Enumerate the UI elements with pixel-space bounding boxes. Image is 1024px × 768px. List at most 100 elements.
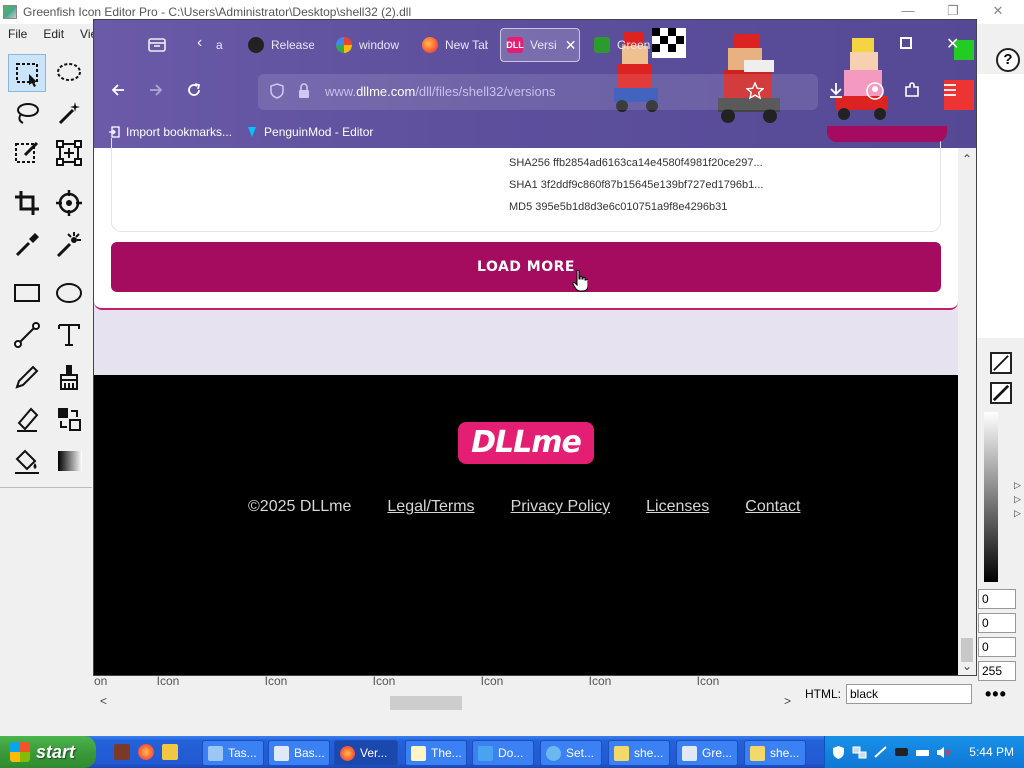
pencil-tool[interactable] xyxy=(8,358,46,396)
lasso-tool[interactable] xyxy=(8,94,46,132)
eraser-tool[interactable] xyxy=(8,400,46,438)
tab-window[interactable]: window xyxy=(336,28,400,62)
green-value-field[interactable]: 0 xyxy=(978,613,1016,633)
brush-tool[interactable] xyxy=(50,358,88,396)
security-shield-icon[interactable] xyxy=(831,745,846,760)
url-text[interactable]: www.dllme.com/dll/files/shell32/versions xyxy=(325,84,556,99)
forward-icon[interactable] xyxy=(148,82,164,103)
color-picker-tool[interactable] xyxy=(8,226,46,264)
page-scrollbar[interactable]: ⌃ ⌄ xyxy=(958,148,976,675)
text-tool[interactable] xyxy=(50,316,88,354)
taskbar-item-notepad[interactable]: The... xyxy=(405,740,467,766)
transparent-swatch[interactable] xyxy=(990,352,1012,374)
icon-list-item[interactable]: Icon xyxy=(438,674,546,694)
rectangle-tool[interactable] xyxy=(8,274,46,312)
alpha-value-field[interactable]: 255 xyxy=(978,661,1016,681)
clock[interactable]: 5:44 PM xyxy=(969,745,1014,759)
tab-release[interactable]: Release xyxy=(248,28,314,62)
magic-wand-tool[interactable] xyxy=(50,94,88,132)
taskbar-item-downloads[interactable]: Do... xyxy=(472,740,534,766)
quicklaunch-app-icon[interactable] xyxy=(114,744,130,760)
licenses-link[interactable]: Licenses xyxy=(646,498,709,516)
crop-tool[interactable] xyxy=(8,184,46,222)
downloads-icon[interactable] xyxy=(828,82,844,103)
network-icon[interactable] xyxy=(852,745,867,760)
network-disconnected-icon[interactable] xyxy=(873,745,888,760)
close-window-icon[interactable]: ✕ xyxy=(946,34,959,54)
rect-select-tool[interactable] xyxy=(8,54,46,92)
icon-list-item[interactable]: Icon xyxy=(222,674,330,694)
url-bar[interactable]: www.dllme.com/dll/files/shell32/versions xyxy=(258,74,818,110)
inverted-swatch[interactable] xyxy=(990,382,1012,404)
color-replace-tool[interactable] xyxy=(50,400,88,438)
menu-file[interactable]: File xyxy=(0,27,35,41)
luminance-slider[interactable] xyxy=(984,412,998,582)
tracking-shield-icon[interactable] xyxy=(270,83,284,104)
app-menu-icon[interactable] xyxy=(942,82,958,103)
blue-value-field[interactable]: 0 xyxy=(978,637,1016,657)
icon-list-scrollbar[interactable]: < > xyxy=(94,694,794,712)
tab-greenfish[interactable]: Green xyxy=(594,28,654,62)
icon-list-item[interactable]: Icon xyxy=(546,674,654,694)
restore-button[interactable]: ❐ xyxy=(943,2,963,20)
more-options-button[interactable]: ••• xyxy=(985,684,1007,705)
icon-list-item[interactable]: Icon xyxy=(330,674,438,694)
tab-scroll-left-icon[interactable]: ‹ xyxy=(197,34,202,52)
taskbar-item-firefox[interactable]: Ver... xyxy=(334,740,398,766)
printer-icon[interactable] xyxy=(915,745,930,760)
extensions-icon[interactable] xyxy=(904,82,920,103)
lock-icon[interactable] xyxy=(298,83,310,104)
spray-tool[interactable] xyxy=(50,226,88,264)
taskbar-item-shell32-2[interactable]: she... xyxy=(744,740,806,766)
privacy-policy-link[interactable]: Privacy Policy xyxy=(511,498,611,516)
scroll-thumb[interactable] xyxy=(390,696,462,710)
restore-window-icon[interactable] xyxy=(900,36,912,54)
ellipse-tool[interactable] xyxy=(50,274,88,312)
taskbar-item-shell32[interactable]: she... xyxy=(608,740,670,766)
volume-muted-icon[interactable] xyxy=(936,745,951,760)
dllme-logo[interactable]: DLLme xyxy=(458,422,594,464)
scroll-left-icon[interactable]: < xyxy=(100,694,107,708)
chat-icon[interactable] xyxy=(894,745,909,760)
reload-icon[interactable] xyxy=(186,82,202,103)
scroll-up-icon[interactable]: ⌃ xyxy=(962,152,972,166)
line-tool[interactable] xyxy=(8,316,46,354)
bookmark-star-icon[interactable] xyxy=(745,81,765,105)
account-icon[interactable] xyxy=(866,82,884,105)
transform-tool[interactable] xyxy=(50,134,88,172)
back-icon[interactable] xyxy=(110,82,126,103)
icon-list-item[interactable]: Icon xyxy=(114,674,222,694)
tab-overflow[interactable]: a xyxy=(216,28,228,62)
red-value-field[interactable]: 0 xyxy=(978,589,1016,609)
taskbar-item-task-manager[interactable]: Tas... xyxy=(202,740,264,766)
start-button[interactable]: start xyxy=(0,736,96,768)
load-more-button[interactable]: LOAD MORE xyxy=(111,242,941,292)
fill-tool[interactable] xyxy=(8,442,46,480)
download-button[interactable] xyxy=(827,126,947,142)
ellipse-select-tool[interactable] xyxy=(50,54,88,92)
icon-list-item[interactable]: Icon xyxy=(654,674,762,694)
menu-edit[interactable]: Edit xyxy=(35,27,72,41)
gradient-tool[interactable] xyxy=(50,442,88,480)
hotspot-tool[interactable] xyxy=(50,184,88,222)
folder-icon[interactable] xyxy=(162,744,178,760)
taskbar-item-settings[interactable]: Set... xyxy=(540,740,602,766)
tab-versions[interactable]: DLL Versi ✕ xyxy=(500,28,580,62)
tab-close-icon[interactable]: ✕ xyxy=(565,37,577,54)
taskbar-item-bas[interactable]: Bas... xyxy=(268,740,330,766)
minimize-button[interactable]: — xyxy=(898,2,918,20)
penguinmod-bookmark[interactable]: PenguinMod - Editor xyxy=(246,125,373,139)
close-button[interactable]: ✕ xyxy=(988,2,1008,20)
contact-link[interactable]: Contact xyxy=(745,498,800,516)
scroll-down-icon[interactable]: ⌄ xyxy=(962,659,972,673)
tab-new-tab[interactable]: New Tab xyxy=(422,28,488,62)
legal-terms-link[interactable]: Legal/Terms xyxy=(387,498,474,516)
scroll-right-icon[interactable]: > xyxy=(784,694,791,708)
firefox-view-icon[interactable] xyxy=(148,36,166,57)
taskbar-item-greenfish[interactable]: Gre... xyxy=(676,740,738,766)
import-bookmarks-link[interactable]: Import bookmarks... xyxy=(108,125,232,139)
help-icon[interactable]: ? xyxy=(996,48,1020,72)
firefox-icon[interactable] xyxy=(138,744,154,760)
pencil-select-tool[interactable] xyxy=(8,134,46,172)
icon-list-item[interactable]: on xyxy=(94,674,114,694)
